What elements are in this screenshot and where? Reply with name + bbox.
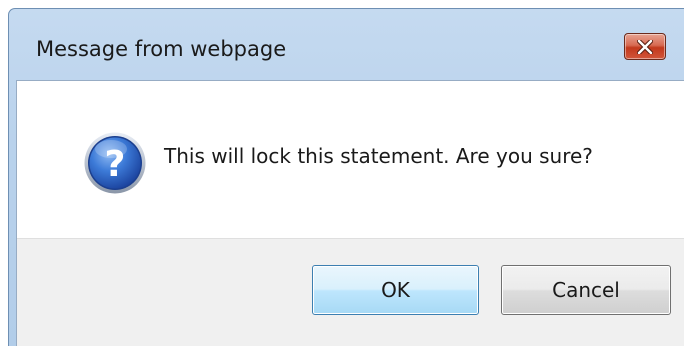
dialog-titlebar[interactable]: Message from webpage	[9, 9, 684, 79]
dialog-title: Message from webpage	[36, 37, 287, 61]
dialog-body: ? This will lock this statement. Are you…	[16, 80, 684, 346]
message-area: ? This will lock this statement. Are you…	[17, 81, 684, 238]
question-icon: ?	[84, 132, 146, 194]
cancel-button[interactable]: Cancel	[501, 265, 671, 315]
button-bar: OK Cancel	[17, 238, 684, 346]
message-text: This will lock this statement. Are you s…	[164, 144, 593, 168]
message-dialog: Message from webpage ? This will lock th…	[8, 8, 684, 346]
ok-button[interactable]: OK	[312, 265, 479, 315]
close-button[interactable]	[624, 33, 666, 60]
close-icon	[637, 39, 653, 54]
svg-text:?: ?	[105, 144, 126, 185]
